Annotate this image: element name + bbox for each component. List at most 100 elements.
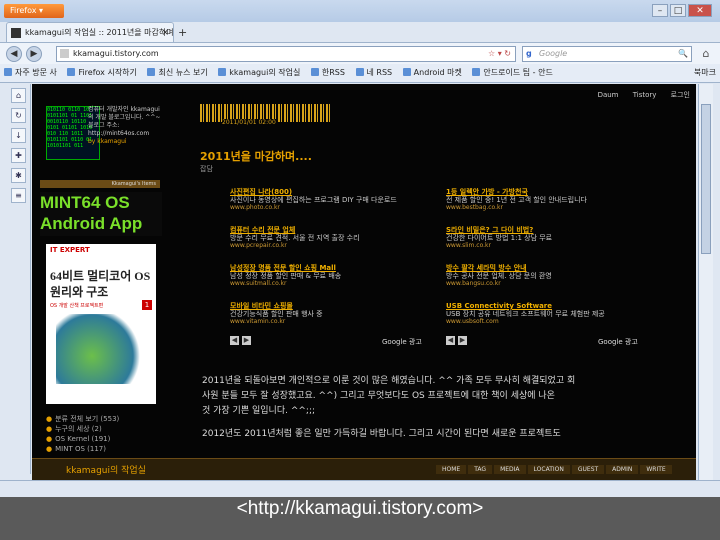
site-identity-icon (60, 49, 69, 58)
items-bar: Kkamagui's Items (40, 180, 160, 188)
bookmark-icon (472, 68, 481, 76)
ad-item[interactable]: 방수 팔각 세라믹 방수 안내 방수 공사 전문 업체. 상담 문의 환영 www.… (446, 264, 646, 288)
mint64-banner[interactable]: MINT64 OS Android App (40, 192, 162, 236)
bookmark-icon (402, 68, 411, 76)
book-subtitle: OS 개발 산책 프로젝트편 (50, 303, 104, 309)
ad-prev-icon[interactable]: ◀ (446, 336, 455, 345)
nav-admin[interactable]: ADMIN (606, 465, 639, 474)
category-item[interactable]: ● 분류 전체 보기 (553) (46, 414, 162, 424)
ad-item[interactable]: 남성정장 명품 전문 할인 쇼핑 Mall 남성 정장 정품 할인 판매 & 무료… (230, 264, 430, 288)
bookmark-item[interactable]: kkamagui의 작업실 (218, 64, 300, 82)
post-body: 2011년을 되돌아보면 개인적으로 이룬 것이 많은 해였습니다. ^^ 가족… (202, 376, 576, 439)
category-item[interactable]: ● MINT OS (117) (46, 444, 162, 454)
nav-location[interactable]: LOCATION (527, 465, 570, 474)
menu-login[interactable]: 로그인 (671, 91, 690, 99)
addon-gear-icon[interactable]: ✱ (11, 168, 26, 183)
forward-icon[interactable]: ▶ (26, 46, 42, 62)
book-publisher: IT EXPERT (50, 246, 90, 254)
ad-next-icon[interactable]: ▶ (242, 336, 251, 345)
google-icon[interactable]: g (526, 47, 532, 61)
bookmark-item[interactable]: Firefox 시작하기 (67, 64, 137, 82)
category-item[interactable]: ● 누구의 세상 (2) (46, 424, 162, 434)
search-input[interactable]: g Google 🔍 (522, 46, 692, 62)
blog-footer-bar: kkamagui의 작업실 HOME TAG MEDIA LOCATION GUEST A… (32, 458, 696, 480)
bookmark-item[interactable]: 자주 방문 사 (4, 64, 57, 82)
tab-close-icon[interactable]: × (161, 23, 169, 42)
ad-item[interactable]: S라인 비밀은? 그 다이 비법? 건강한 다이어트 방법 1:1 상담 무료 ww… (446, 226, 646, 250)
top-menu: Daum Tistory 로그인 (586, 90, 690, 100)
maximize-button[interactable]: □ (670, 4, 686, 17)
browser-tab[interactable]: kkamagui의 작업실 :: 2011년을 마감하며... × (6, 22, 174, 42)
addon-refresh-icon[interactable]: ↻ (11, 108, 26, 123)
nav-write[interactable]: WRITE (640, 465, 672, 474)
vertical-scrollbar[interactable] (698, 84, 713, 480)
back-icon[interactable]: ◀ (6, 46, 22, 62)
tab-title: kkamagui의 작업실 :: 2011년을 마감하며... (25, 28, 174, 37)
bookmark-icon (355, 68, 364, 76)
google-ad-label[interactable]: Google 광고 (382, 337, 422, 347)
addon-home-icon[interactable]: ⌂ (11, 88, 26, 103)
status-bar (0, 480, 720, 497)
title-bar: Firefox ▾ – □ ✕ (0, 0, 720, 22)
profile-name: by kkamagui (88, 138, 127, 145)
search-icon[interactable]: 🔍 (678, 47, 688, 61)
bookmark-item[interactable]: 안드로이드 팁 - 안드 (472, 64, 553, 82)
addon-list-icon[interactable]: ≡ (11, 188, 26, 203)
bookmark-icon (218, 68, 227, 76)
ad-prev-icon[interactable]: ◀ (230, 336, 239, 345)
left-sidebar: 010110 0110 10 0101101 01 1101 0010110 1… (38, 84, 162, 480)
bookmark-item[interactable]: 네 RSS (355, 64, 392, 82)
search-placeholder: Google (539, 49, 568, 58)
navigation-toolbar: ◀ ▶ kkamagui.tistory.com ☆ ▾ ↻ g Google … (0, 42, 720, 65)
browser-window: Firefox ▾ – □ ✕ kkamagui의 작업실 :: 2011년을 … (0, 0, 720, 497)
home-icon[interactable]: ⌂ (698, 46, 714, 62)
post-category[interactable]: 잡담 (200, 164, 213, 174)
close-button[interactable]: ✕ (688, 4, 712, 17)
favicon-icon (11, 28, 21, 38)
book-title: 64비트 멀티코어 OS 원리와 구조 (50, 269, 151, 299)
bookmark-icon (310, 68, 319, 76)
ad-item[interactable]: USB Connectivity Software USB 장치 공유 네트워크 … (446, 302, 646, 326)
web-page: 010110 0110 10 0101101 01 1101 0010110 1… (32, 84, 696, 480)
category-item[interactable]: ● OS Kernel (191) (46, 434, 162, 444)
nav-guest[interactable]: GUEST (571, 465, 605, 474)
nav-tag[interactable]: TAG (468, 465, 493, 474)
bookmarks-toolbar: 자주 방문 사 Firefox 시작하기 최신 뉴스 보기 kkamagui의 … (0, 64, 720, 83)
url-actions-icon[interactable]: ☆ ▾ ↻ (488, 47, 511, 61)
menu-tistory[interactable]: Tistory (633, 91, 657, 99)
url-text: kkamagui.tistory.com (73, 49, 159, 58)
ad-item[interactable]: 컴퓨터 수리 전문 업체 방문 수리 무료 견적. 서울 전 지역 출장 수리 ww… (230, 226, 430, 250)
firefox-menu-button[interactable]: Firefox ▾ (4, 4, 64, 18)
bookmark-item[interactable]: 최신 뉴스 보기 (147, 64, 208, 82)
google-ad-label[interactable]: Google 광고 (598, 337, 638, 347)
addon-down-icon[interactable]: ↓ (11, 128, 26, 143)
ad-item[interactable]: 1등 일렉안 가방 - 가방천국 전 제품 할인 중! 1년 전 고객 할인 안내… (446, 188, 646, 212)
nav-media[interactable]: MEDIA (494, 465, 526, 474)
bookmark-icon (147, 68, 156, 76)
minimize-button[interactable]: – (652, 4, 668, 17)
category-list: ● 분류 전체 보기 (553) ● 누구의 세상 (2) ● OS Kernel (… (46, 414, 162, 454)
new-tab-button[interactable]: + (178, 26, 187, 39)
bookmark-item[interactable]: 한RSS (310, 64, 345, 82)
profile-text: 컴퓨터 개발자인 kkamagui의 개발 블로그입니다. ^^~ 블로그 주소… (88, 106, 161, 145)
ad-item[interactable]: 모바일 비타민 쇼핑몰 건강기능식품 할인 판매 행사 중 www.vitamin.… (230, 302, 430, 326)
ad-next-icon[interactable]: ▶ (458, 336, 467, 345)
menu-daum[interactable]: Daum (598, 91, 619, 99)
blog-name[interactable]: kkamagui의 작업실 (66, 463, 146, 476)
bookmark-item[interactable]: Android 마켓 (402, 64, 462, 82)
bookmark-icon (4, 68, 12, 76)
addon-sidebar: ⌂ ↻ ↓ ✚ ✱ ≡ (8, 84, 31, 474)
book-volume: 1 (142, 300, 152, 310)
scrollbar-thumb[interactable] (701, 104, 711, 254)
blog-nav: HOME TAG MEDIA LOCATION GUEST ADMIN WRITE (436, 465, 674, 474)
addon-puzzle-icon[interactable]: ✚ (11, 148, 26, 163)
bookmarks-menu-button[interactable]: 북마크 (694, 64, 716, 82)
nav-home[interactable]: HOME (436, 465, 467, 474)
bookmark-icon (67, 68, 76, 76)
post-title[interactable]: 2011년을 마감하며.... (200, 148, 312, 164)
book-cover[interactable]: IT EXPERT 64비트 멀티코어 OS 원리와 구조 OS 개발 산책 프… (46, 244, 156, 404)
ad-item[interactable]: 사진편집 나라(800) 사진이나 동영상에 편집하는 프로그램 DIY 구매 다… (230, 188, 430, 212)
google-ads: 사진편집 나라(800) 사진이나 동영상에 편집하는 프로그램 DIY 구매 다… (202, 184, 642, 350)
url-bar[interactable]: kkamagui.tistory.com ☆ ▾ ↻ (56, 46, 516, 62)
main-content: Daum Tistory 로그인 2011/01/01 02:00 2011년을… (172, 84, 696, 480)
